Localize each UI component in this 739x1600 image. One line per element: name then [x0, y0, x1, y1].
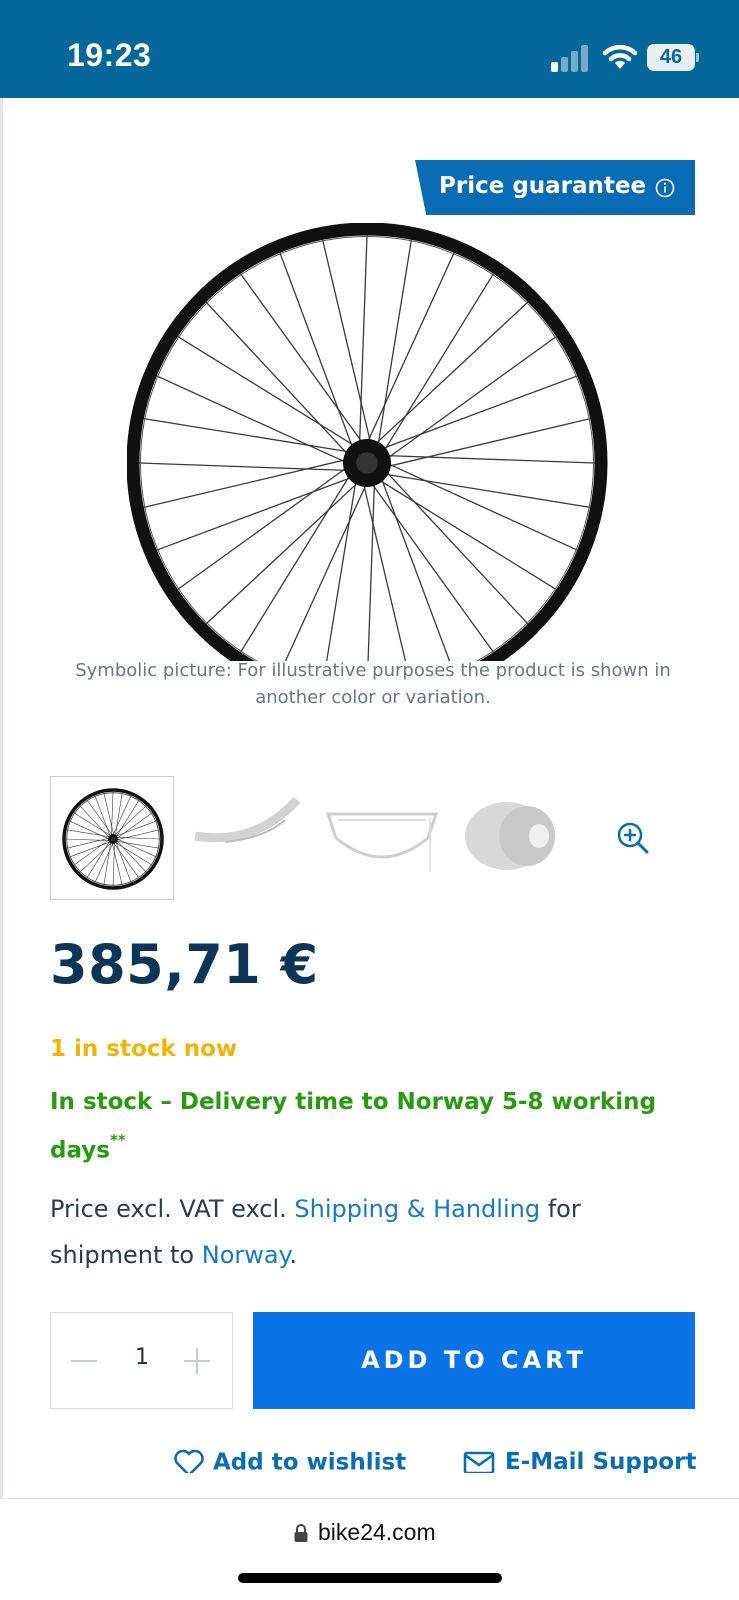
product-image-wheel[interactable]	[127, 223, 619, 661]
home-indicator[interactable]	[238, 1573, 502, 1583]
zoom-in-icon[interactable]	[613, 818, 653, 858]
product-price: 385,71 €	[50, 933, 319, 996]
product-page: Price guarantee Symbolic picture: For il…	[0, 98, 739, 1498]
country-link[interactable]: Norway	[202, 1241, 290, 1269]
thumbnail-wheel[interactable]	[50, 776, 174, 900]
thumbnail-rim-profile[interactable]	[320, 776, 444, 900]
price-guarantee-badge[interactable]: Price guarantee	[415, 160, 695, 215]
wifi-icon	[603, 44, 637, 69]
delivery-footnote-mark[interactable]: **	[110, 1131, 126, 1149]
image-caption: Symbolic picture: For illustrative purpo…	[75, 660, 671, 708]
heart-icon	[174, 1449, 204, 1473]
mail-icon	[463, 1451, 495, 1473]
extra-links: Add to wishlist E-Mail Support	[3, 1443, 739, 1473]
plus-icon[interactable]	[182, 1346, 212, 1376]
signal-icon	[551, 45, 588, 72]
add-to-cart-button[interactable]: ADD TO CART	[253, 1312, 695, 1409]
shipping-handling-link[interactable]: Shipping & Handling	[294, 1195, 540, 1223]
wishlist-label: Add to wishlist	[213, 1449, 407, 1474]
battery-level: 46	[647, 44, 695, 71]
lock-icon	[294, 1524, 308, 1542]
browser-url-bar[interactable]: bike24.com	[0, 1498, 739, 1600]
thumbnail-rim-section[interactable]	[185, 776, 309, 900]
battery-icon: 46	[647, 44, 699, 71]
vat-suffix: .	[289, 1241, 298, 1269]
quantity-input[interactable]: 1	[123, 1345, 161, 1370]
thumbnail-gallery	[50, 776, 670, 900]
delivery-text: In stock – Delivery time to Norway 5-8 w…	[50, 1089, 656, 1164]
url-text: bike24.com	[318, 1519, 436, 1545]
info-icon[interactable]	[655, 178, 675, 198]
stock-status: 1 in stock now	[50, 1036, 238, 1062]
thumbnail-hub[interactable]	[455, 776, 579, 900]
email-support-label: E-Mail Support	[505, 1449, 697, 1473]
status-bar: 19:23 46	[0, 0, 739, 98]
delivery-info: In stock – Delivery time to Norway 5-8 w…	[50, 1081, 690, 1172]
vat-prefix: Price excl. VAT excl.	[50, 1195, 287, 1223]
add-to-wishlist-link[interactable]: Add to wishlist	[173, 1449, 406, 1473]
price-guarantee-label: Price guarantee	[439, 173, 647, 199]
quantity-stepper: 1	[50, 1312, 233, 1409]
status-time: 19:23	[67, 37, 152, 73]
vat-info: Price excl. VAT excl. Shipping & Handlin…	[50, 1186, 690, 1278]
minus-icon[interactable]	[69, 1346, 99, 1376]
email-support-link[interactable]: E-Mail Support	[463, 1449, 696, 1473]
